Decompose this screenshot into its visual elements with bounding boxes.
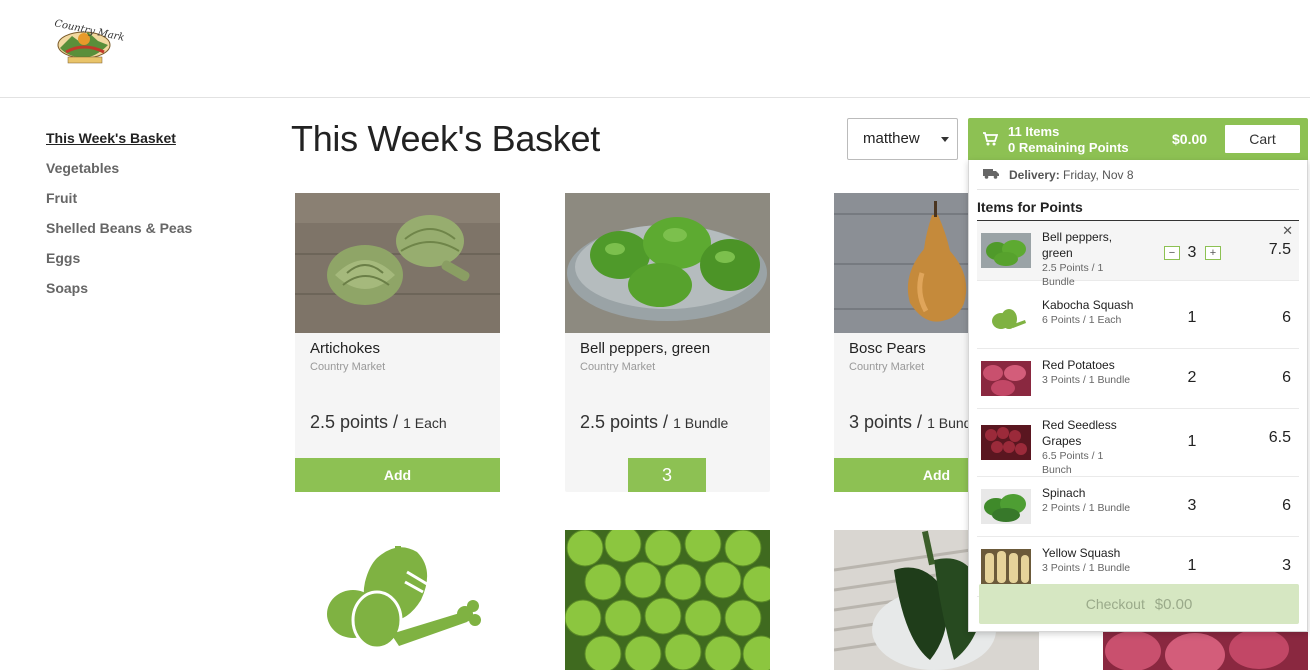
cart-row-points: 7.5 — [1268, 241, 1291, 258]
truck-icon — [983, 169, 999, 179]
page-title: This Week's Basket — [291, 118, 600, 159]
kabocha-squash-thumb — [981, 301, 1031, 336]
sidebar-item-fruit[interactable]: Fruit — [46, 188, 246, 218]
cart-row-points: 6.5 — [1268, 429, 1291, 446]
cart-icon — [983, 132, 998, 146]
checkout-button[interactable]: Checkout $0.00 — [979, 584, 1299, 624]
product-card-artichokes: Artichokes Country Market 2.5 points / 1… — [295, 193, 500, 492]
cart-row-qty: 1 — [1187, 309, 1197, 326]
cart-item-count: 11 Items — [1008, 124, 1060, 139]
red-potatoes-thumb — [981, 361, 1031, 396]
cart-row-meta: 6.5 Points / 1 Bunch — [1042, 450, 1104, 476]
cart-row-points: 6 — [1282, 309, 1291, 326]
cart-row: Kabocha Squash 6 Points / 1 Each 1 6 — [977, 289, 1299, 349]
cart-row-meta: 6 Points / 1 Each — [1042, 314, 1122, 326]
product-name: Bosc Pears — [849, 340, 926, 357]
category-sidebar: This Week's Basket Vegetables Fruit Shel… — [46, 128, 246, 308]
product-points: 3 points / — [849, 412, 923, 432]
cart-row-qty: 1 — [1187, 557, 1197, 574]
cart-row-meta: 3 Points / 1 Bundle — [1042, 374, 1131, 386]
country-market-logo[interactable]: Country Market — [46, 12, 136, 66]
produce-placeholder-image — [295, 530, 500, 670]
cart-dropdown-panel: Delivery: Friday, Nov 8 Items for Points… — [968, 160, 1308, 632]
product-vendor: Country Market — [849, 361, 925, 373]
header: Country Market — [0, 0, 1310, 98]
cart-row-qty: 3 — [1187, 244, 1197, 261]
cart-row-name: Yellow Squash 3 Points / 1 Bundle — [1042, 545, 1152, 575]
product-unit: 1 Each — [403, 415, 447, 431]
cart-button[interactable]: Cart — [1225, 125, 1300, 153]
minus-icon[interactable]: − — [1164, 246, 1180, 260]
sidebar-item-soaps[interactable]: Soaps — [46, 278, 246, 308]
sidebar-item-vegetables[interactable]: Vegetables — [46, 158, 246, 188]
cart-row-qty: 2 — [1187, 369, 1197, 386]
divider — [977, 189, 1299, 190]
cart-row: Red Seedless Grapes 6.5 Points / 1 Bunch… — [977, 409, 1299, 477]
cart-row-qty: 1 — [1187, 433, 1197, 450]
cart-row-title: Spinach — [1042, 486, 1086, 500]
delivery-info: Delivery: Friday, Nov 8 — [1009, 168, 1134, 182]
cart-row-title: Red Seedless Grapes — [1042, 418, 1117, 448]
cart-row-title: Kabocha Squash — [1042, 298, 1134, 312]
cart-row-name: Red Potatoes 3 Points / 1 Bundle — [1042, 357, 1152, 387]
cart-row-meta: 2.5 Points / 1 Bundle — [1042, 262, 1104, 288]
cart-row-name: Spinach 2 Points / 1 Bundle — [1042, 485, 1152, 515]
user-select-value: matthew — [863, 130, 920, 147]
sidebar-item-shelled-beans-peas[interactable]: Shelled Beans & Peas — [46, 218, 246, 248]
bell-peppers-image — [565, 193, 770, 333]
product-card-bell-peppers: Bell peppers, green Country Market 2.5 p… — [565, 193, 770, 492]
product-vendor: Country Market — [310, 361, 386, 373]
cart-row: Bell peppers, green 2.5 Points / 1 Bundl… — [977, 221, 1299, 288]
cart-row-title: Bell peppers, green — [1042, 230, 1113, 260]
product-price: 3 points / 1 Bundle — [849, 412, 982, 433]
caret-down-icon — [941, 137, 949, 142]
cart-total: $0.00 — [1172, 131, 1208, 147]
limes-image — [565, 530, 770, 670]
red-grapes-thumb — [981, 425, 1031, 460]
product-unit: 1 Bundle — [673, 415, 729, 431]
cart-row-points: 6 — [1282, 497, 1291, 514]
yellow-squash-thumb — [981, 549, 1031, 584]
delivery-label: Delivery: — [1009, 168, 1060, 182]
artichokes-image — [295, 193, 500, 333]
product-points: 2.5 points / — [310, 412, 399, 432]
cart-row: Spinach 2 Points / 1 Bundle 3 6 — [977, 477, 1299, 537]
spinach-thumb — [981, 489, 1031, 524]
product-price: 2.5 points / 1 Each — [310, 412, 447, 433]
checkout-amount: $0.00 — [1154, 596, 1193, 613]
items-for-points-heading: Items for Points — [977, 199, 1083, 215]
cart-row-meta: 3 Points / 1 Bundle — [1042, 562, 1131, 574]
product-points: 2.5 points / — [580, 412, 669, 432]
bell-peppers-thumb — [981, 233, 1031, 268]
product-name: Bell peppers, green — [580, 340, 711, 357]
user-select[interactable]: matthew — [847, 118, 958, 160]
product-vendor: Country Market — [580, 361, 656, 373]
product-price: 2.5 points / 1 Bundle — [580, 412, 728, 433]
cart-row: Red Potatoes 3 Points / 1 Bundle 2 6 — [977, 349, 1299, 409]
cart-row-points: 3 — [1282, 557, 1291, 574]
sidebar-item-this-weeks-basket[interactable]: This Week's Basket — [46, 128, 246, 158]
cart-row-title: Red Potatoes — [1042, 358, 1115, 372]
sidebar-item-eggs[interactable]: Eggs — [46, 248, 246, 278]
cart-row-meta: 2 Points / 1 Bundle — [1042, 502, 1131, 514]
delivery-date: Friday, Nov 8 — [1063, 168, 1134, 182]
cart-row-name: Bell peppers, green 2.5 Points / 1 Bundl… — [1042, 229, 1122, 289]
cart-row-qty: 3 — [1187, 497, 1197, 514]
cart-row-points: 6 — [1282, 369, 1291, 386]
close-icon[interactable]: ✕ — [1282, 223, 1293, 239]
cart-row-name: Red Seedless Grapes 6.5 Points / 1 Bunch — [1042, 417, 1122, 477]
product-name: Artichokes — [310, 340, 381, 357]
checkout-label: Checkout — [1085, 596, 1145, 612]
add-button[interactable]: Add — [295, 458, 500, 492]
cart-row-name: Kabocha Squash 6 Points / 1 Each — [1042, 297, 1152, 327]
cart-remaining-points: 0 Remaining Points — [1008, 140, 1129, 155]
cart-summary-bar[interactable]: 11 Items 0 Remaining Points $0.00 Cart — [968, 118, 1308, 160]
quantity-button[interactable]: 3 — [628, 458, 706, 492]
plus-icon[interactable]: + — [1205, 246, 1221, 260]
cart-row-title: Yellow Squash — [1042, 546, 1121, 560]
